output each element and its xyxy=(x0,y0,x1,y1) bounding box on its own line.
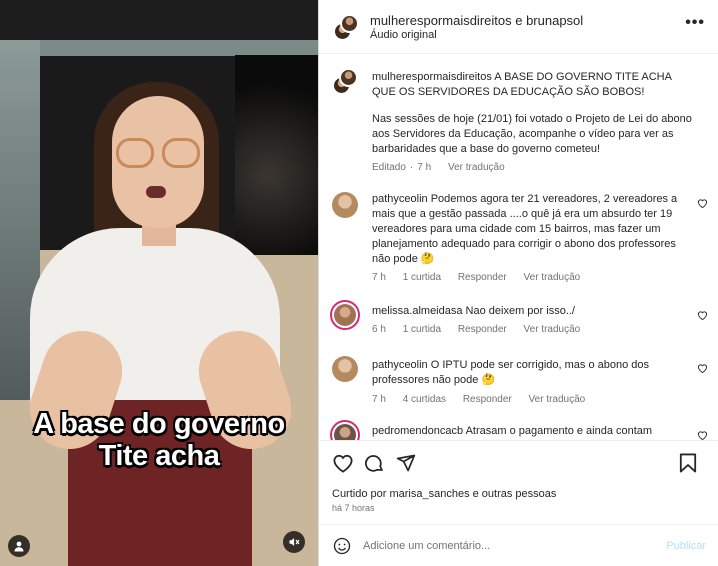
comment-icon xyxy=(365,455,383,472)
heart-icon xyxy=(697,364,708,374)
comment-text: Atrasam o pagamento e ainda contam xyxy=(465,425,653,437)
comment-likes[interactable]: 4 curtidas xyxy=(403,394,446,405)
edited-label: Editado xyxy=(372,162,406,173)
comment-likes[interactable]: 1 curtida xyxy=(403,324,441,335)
translate-link[interactable]: Ver tradução xyxy=(524,272,581,283)
heart-icon xyxy=(333,454,353,473)
save-button[interactable] xyxy=(679,453,701,475)
heart-icon xyxy=(697,311,708,321)
heart-icon xyxy=(697,199,708,209)
publish-button[interactable]: Publicar xyxy=(666,540,706,552)
share-button[interactable] xyxy=(396,453,418,475)
post-header: mulherespormaisdireitos e brunapsol Áudi… xyxy=(319,0,718,54)
collab-avatars[interactable] xyxy=(333,14,359,41)
video-player[interactable]: A base do governo Tite acha xyxy=(0,0,318,566)
avatar xyxy=(340,14,359,33)
heart-icon xyxy=(697,431,708,440)
like-comment-button[interactable] xyxy=(697,310,708,323)
bookmark-icon xyxy=(679,453,697,473)
user-icon xyxy=(14,541,24,552)
comment-time: 7 h xyxy=(372,394,386,405)
speaker-figure xyxy=(0,0,318,566)
comment-username[interactable]: pedromendoncacb xyxy=(372,425,463,437)
comment-username[interactable]: mulherespormaisdireitos xyxy=(372,71,492,83)
comment-button[interactable] xyxy=(364,453,386,475)
more-icon: ••• xyxy=(685,14,705,31)
author-avatar[interactable] xyxy=(332,68,358,95)
comment-time: 6 h xyxy=(372,324,386,335)
share-icon xyxy=(396,454,416,472)
translate-link[interactable]: Ver tradução xyxy=(448,162,505,173)
reply-button[interactable]: Responder xyxy=(458,324,507,335)
comment-composer: Adicione um comentário... Publicar xyxy=(319,524,718,566)
liked-by-text[interactable]: Curtido por marisa_sanches e outras pess… xyxy=(332,488,556,500)
emoji-button[interactable] xyxy=(333,537,351,555)
comment-username[interactable]: pathyceolin xyxy=(372,359,428,371)
audio-label[interactable]: Áudio original xyxy=(370,29,437,41)
more-options-button[interactable]: ••• xyxy=(685,14,705,32)
mute-icon xyxy=(289,538,300,546)
emoji-icon xyxy=(333,537,351,555)
caption-line-2: Tite acha xyxy=(98,440,220,472)
translate-link[interactable]: Ver tradução xyxy=(529,394,586,405)
post-viewer: A base do governo Tite acha mulheresporm… xyxy=(0,0,718,566)
like-comment-button[interactable] xyxy=(697,430,708,440)
post-time: 7 h xyxy=(417,162,432,173)
comment-username[interactable]: pathyceolin xyxy=(372,193,428,205)
reply-button[interactable]: Responder xyxy=(458,272,507,283)
caption-body: Nas sessões de hoje (21/01) foi votado o… xyxy=(372,113,692,155)
avatar[interactable] xyxy=(332,356,358,382)
comment-time: 7 h xyxy=(372,272,386,283)
comment-username[interactable]: melissa.almeidasa xyxy=(372,305,462,317)
avatar[interactable] xyxy=(330,300,360,330)
tagged-users-button[interactable] xyxy=(8,535,30,557)
post-date: há 7 horas xyxy=(332,503,375,513)
action-bar: Curtido por marisa_sanches e outras pess… xyxy=(319,440,718,524)
comment-likes[interactable]: 1 curtida xyxy=(403,272,441,283)
reply-button[interactable]: Responder xyxy=(463,394,512,405)
comment-text: Nao deixem por isso../ xyxy=(465,305,575,317)
video-caption: A base do governo Tite acha xyxy=(0,408,318,472)
mute-button[interactable] xyxy=(283,531,305,553)
comment-input[interactable]: Adicione um comentário... xyxy=(363,540,490,552)
post-panel: mulherespormaisdireitos e brunapsol Áudi… xyxy=(318,0,718,566)
like-comment-button[interactable] xyxy=(697,198,708,211)
avatar[interactable] xyxy=(332,192,358,218)
like-comment-button[interactable] xyxy=(697,363,708,376)
like-button[interactable] xyxy=(332,453,354,475)
avatar[interactable] xyxy=(330,420,360,440)
translate-link[interactable]: Ver tradução xyxy=(524,324,581,335)
post-authors[interactable]: mulherespormaisdireitos e brunapsol xyxy=(370,13,583,28)
caption-line-1: A base do governo xyxy=(33,408,285,440)
comments-list[interactable]: mulherespormaisdireitos A BASE DO GOVERN… xyxy=(319,54,718,440)
